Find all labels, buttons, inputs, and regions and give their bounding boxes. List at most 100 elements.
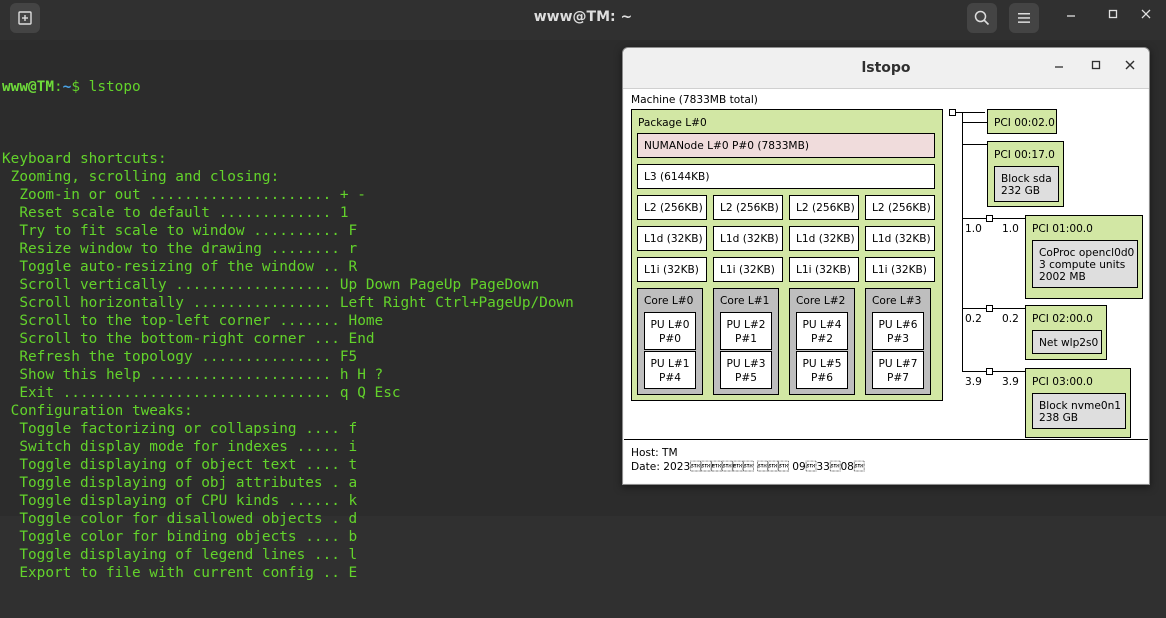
prompt-symbol: $ xyxy=(71,79,80,95)
terminal-line: Export to file with current config .. E xyxy=(2,565,358,581)
pci-device-box: PCI 01:00.0 CoProc opencl0d0 3 compute uni… xyxy=(1025,215,1143,299)
l1i-cache-label: L1i (32KB) xyxy=(720,264,775,276)
l1d-cache-box: L1d (32KB) xyxy=(713,226,783,251)
pci-device-box: PCI 02:00.0 Net wlp2s0 xyxy=(1025,305,1107,360)
lstopo-close-button[interactable] xyxy=(1122,59,1138,75)
minimize-icon xyxy=(1067,15,1075,17)
terminal-line: Show this help ..................... h H… xyxy=(2,367,384,383)
l1d-cache-box: L1d (32KB) xyxy=(637,226,707,251)
pu-box: PU L#4 P#2 xyxy=(796,312,848,350)
terminal-line: Scroll vertically .................. Up … xyxy=(2,277,540,293)
l1i-cache-box: L1i (32KB) xyxy=(789,257,859,282)
pu-physical-label: P#6 xyxy=(810,372,833,384)
terminal-line: Toggle color for binding objects .... b xyxy=(2,529,358,545)
os-device-box: Block nvme0n1 238 GB xyxy=(1032,393,1126,429)
pci-device-box: PCI 00:17.0 Block sda 232 GB xyxy=(987,141,1064,207)
terminal-line: Resize window to the drawing ........ r xyxy=(2,241,358,257)
pu-physical-label: P#2 xyxy=(810,333,833,345)
l2-cache-label: L2 (256KB) xyxy=(872,202,931,214)
bus-line xyxy=(962,112,963,372)
terminal-line: Keyboard shortcuts: xyxy=(2,151,167,167)
bandwidth-label: 0.2 xyxy=(1002,313,1019,325)
terminal-line: Toggle factorizing or collapsing .... f xyxy=(2,421,358,437)
pu-box: PU L#7 P#7 xyxy=(872,351,924,389)
pu-physical-label: P#5 xyxy=(734,372,757,384)
terminal-line: Toggle displaying of CPU kinds ...... k xyxy=(2,493,358,509)
pci-device-label: PCI 01:00.0 xyxy=(1032,223,1093,235)
numa-node-box: NUMANode L#0 P#0 (7833MB) xyxy=(637,133,935,158)
pci-device-label: PCI 00:17.0 xyxy=(994,149,1055,161)
os-device-box: Block sda 232 GB xyxy=(994,166,1059,202)
maximize-icon xyxy=(1091,60,1101,70)
bus-line xyxy=(962,122,987,123)
pu-box: PU L#6 P#3 xyxy=(872,312,924,350)
pu-box: PU L#2 P#1 xyxy=(720,312,772,350)
terminal-line: Zoom-in or out ..................... + - xyxy=(2,187,366,203)
terminal-line: Switch display mode for indexes ..... i xyxy=(2,439,358,455)
l1i-cache-box: L1i (32KB) xyxy=(637,257,707,282)
pci-device-label: PCI 03:00.0 xyxy=(1032,376,1093,388)
l1i-cache-label: L1i (32KB) xyxy=(796,264,851,276)
pci-device-label: PCI 02:00.0 xyxy=(1032,313,1093,325)
terminal-line: Zooming, scrolling and closing: xyxy=(2,169,280,185)
pci-device-box: PCI 00:02.0 xyxy=(987,109,1057,134)
date-label: Date: 2023  093308 xyxy=(631,461,865,473)
core-label: Core L#2 xyxy=(796,295,846,307)
terminal-line: Toggle color for disallowed objects . d xyxy=(2,511,358,527)
terminal-line: Toggle displaying of obj attributes . a xyxy=(2,475,358,491)
os-device-label: Net wlp2s0 xyxy=(1039,337,1099,349)
host-label: Host: TM xyxy=(631,447,678,459)
menu-button[interactable] xyxy=(1009,3,1039,33)
terminal-line: Refresh the topology ............... F5 xyxy=(2,349,358,365)
pu-box: PU L#1 P#4 xyxy=(644,351,696,389)
l1i-cache-box: L1i (32KB) xyxy=(713,257,783,282)
bus-line xyxy=(962,144,987,145)
pu-box: PU L#3 P#5 xyxy=(720,351,772,389)
l1d-cache-label: L1d (32KB) xyxy=(720,233,779,245)
legend-separator xyxy=(624,439,1148,440)
bandwidth-label: 1.0 xyxy=(965,223,982,235)
core-box: Core L#3 PU L#6 P#3 PU L#7 P#7 xyxy=(865,288,931,395)
core-label: Core L#3 xyxy=(872,295,922,307)
lstopo-titlebar: lstopo xyxy=(623,48,1149,89)
search-button[interactable] xyxy=(967,3,997,33)
close-icon xyxy=(1141,9,1151,19)
core-label: Core L#1 xyxy=(720,295,770,307)
l2-cache-box: L2 (256KB) xyxy=(637,195,707,220)
pu-logical-label: PU L#1 xyxy=(650,358,690,370)
lstopo-minimize-button[interactable] xyxy=(1051,59,1067,75)
l2-cache-label: L2 (256KB) xyxy=(796,202,855,214)
topology-canvas[interactable]: Machine (7833MB total) Package L#0 NUMAN… xyxy=(624,89,1148,483)
prompt-user: www@TM xyxy=(2,79,54,95)
terminal-line: Toggle displaying of legend lines ... l xyxy=(2,547,358,563)
pu-logical-label: PU L#3 xyxy=(726,358,766,370)
close-icon xyxy=(1125,60,1135,70)
pu-box: PU L#0 P#0 xyxy=(644,312,696,350)
terminal-line: Toggle displaying of object text .... t xyxy=(2,457,358,473)
bus-line xyxy=(962,218,1025,219)
terminal-line: Configuration tweaks: xyxy=(2,403,193,419)
pu-box: PU L#5 P#6 xyxy=(796,351,848,389)
os-device-label: 238 GB xyxy=(1039,412,1079,424)
search-icon xyxy=(974,10,990,26)
lstopo-title: lstopo xyxy=(861,60,911,76)
terminal-line: Scroll horizontally ................ Lef… xyxy=(2,295,574,311)
pu-logical-label: PU L#6 xyxy=(878,319,918,331)
terminal-line: Try to fit scale to window .......... F xyxy=(2,223,358,239)
bandwidth-label: 3.9 xyxy=(965,376,982,388)
maximize-button[interactable] xyxy=(1103,8,1123,24)
terminal-line: Reset scale to default ............. 1 xyxy=(2,205,349,221)
os-device-box: Net wlp2s0 xyxy=(1032,330,1102,354)
lstopo-window: lstopo Machine (7833MB total) Package L#… xyxy=(622,47,1150,485)
terminal-line: Scroll to the top-left corner ....... Ho… xyxy=(2,313,384,329)
l2-cache-box: L2 (256KB) xyxy=(789,195,859,220)
l1i-cache-box: L1i (32KB) xyxy=(865,257,935,282)
pci-device-box: PCI 03:00.0 Block nvme0n1 238 GB xyxy=(1025,368,1131,438)
numa-node-label: NUMANode L#0 P#0 (7833MB) xyxy=(644,140,809,152)
close-button[interactable] xyxy=(1136,8,1156,24)
pu-logical-label: PU L#2 xyxy=(726,319,766,331)
lstopo-maximize-button[interactable] xyxy=(1088,59,1104,75)
minimize-button[interactable] xyxy=(1061,8,1081,24)
l1d-cache-label: L1d (32KB) xyxy=(796,233,855,245)
